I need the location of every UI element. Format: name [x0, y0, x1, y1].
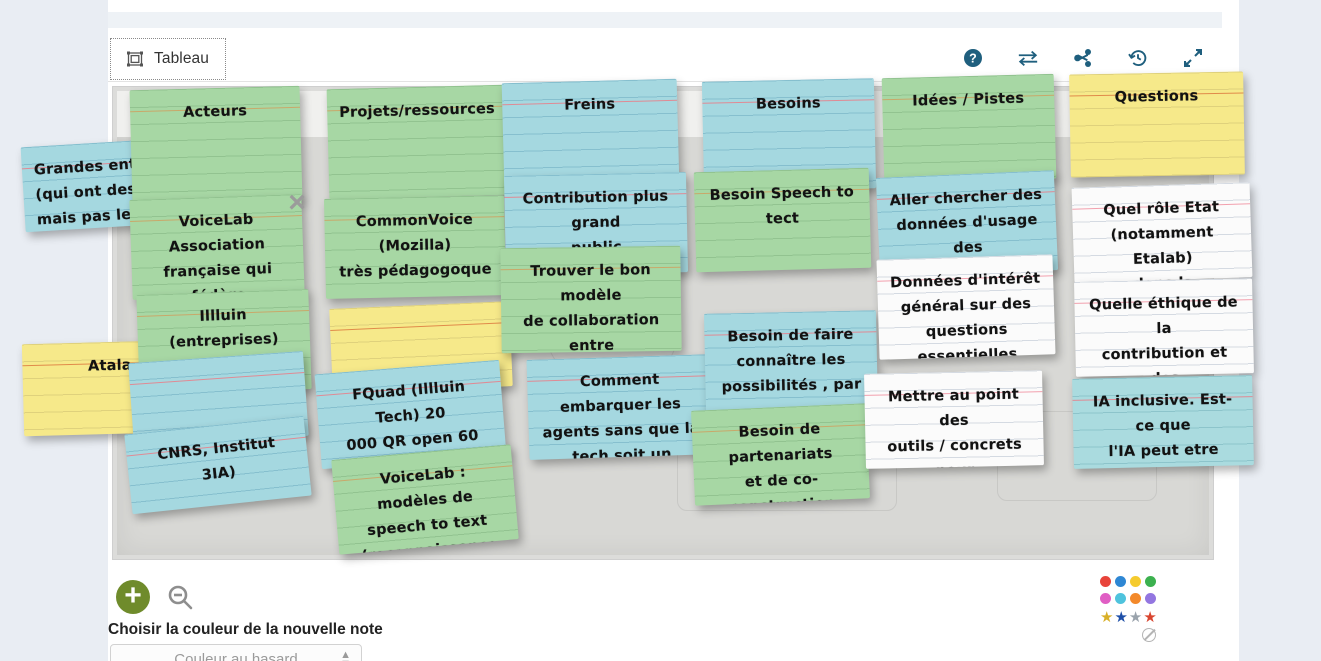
sticky-note[interactable]: Idées / Pistes	[881, 73, 1057, 184]
sticky-note[interactable]: VoiceLab Association française qui fédèr…	[129, 194, 305, 300]
history-icon[interactable]	[1127, 47, 1149, 69]
sticky-note[interactable]: Données d'intérêt général sur des questi…	[876, 254, 1056, 360]
board-canvas[interactable]: Grandes entre (qui ont des d mais pas le…	[20, 71, 1254, 560]
sticky-note[interactable]: IA inclusive. Est-ce que l'IA peut etre …	[1072, 375, 1254, 469]
page-gutter-left	[0, 0, 108, 661]
sticky-note[interactable]: Besoin Speech to tect	[693, 167, 872, 273]
palette-color-dot[interactable]	[1130, 576, 1141, 587]
note-text: Besoins	[755, 95, 821, 113]
add-note-label: +	[124, 579, 142, 612]
help-icon[interactable]: ?	[962, 47, 984, 69]
palette-color-dot[interactable]	[1100, 593, 1111, 604]
sticky-note[interactable]: Trouver le bon modèle de collaboration e…	[500, 245, 682, 354]
sticky-note[interactable]: Quel rôle Etat (notamment Etalab) dans l…	[1071, 182, 1253, 283]
note-text: IA inclusive. Est-ce que l'IA peut etre …	[1092, 391, 1233, 469]
sticky-note[interactable]: Mettre au point des outils / concrets po…	[864, 370, 1044, 469]
note-text: Besoin Speech to tect	[709, 184, 855, 228]
zoom-out-button[interactable]	[165, 583, 195, 613]
note-text: Projets/ressources	[339, 100, 496, 122]
palette-color-dot[interactable]	[1100, 576, 1111, 587]
svg-text:?: ?	[969, 52, 977, 66]
board-bottom-controls: + Choisir la couleur de la nouvelle note…	[108, 566, 1222, 661]
note-text: Acteurs	[182, 103, 248, 121]
color-palette: ★ ★ ★ ★	[1100, 576, 1157, 642]
palette-color-dot[interactable]	[1130, 593, 1141, 604]
transfer-icon[interactable]	[1017, 47, 1039, 69]
note-text: Quelle éthique de la contribution et des…	[1089, 294, 1238, 376]
board-page: Tableau ? Grandes (qui ont des mais pas …	[0, 0, 1321, 661]
palette-star[interactable]: ★	[1129, 610, 1142, 625]
note-text: VoiceLab Association française qui fédèr…	[163, 211, 273, 300]
palette-row-1	[1100, 576, 1156, 587]
note-text: Questions	[1114, 88, 1199, 106]
note-text: Freins	[564, 96, 616, 114]
sticky-note[interactable]: VoiceLab : modèles de speech to text (re…	[331, 444, 519, 555]
tableau-button[interactable]: Tableau	[110, 38, 226, 80]
no-color-icon[interactable]	[1142, 628, 1156, 642]
chevron-updown-icon: ▲▼	[340, 649, 351, 661]
palette-star-row: ★ ★ ★ ★	[1100, 610, 1157, 625]
color-select-value: Couleur au hasard	[174, 650, 298, 661]
palette-color-dot[interactable]	[1115, 576, 1126, 587]
palette-star[interactable]: ★	[1114, 610, 1127, 625]
board-toolbar: Tableau ?	[108, 38, 1222, 83]
sticky-note[interactable]: Quelle éthique de la contribution et des…	[1074, 278, 1254, 377]
choose-color-label: Choisir la couleur de la nouvelle note	[108, 621, 383, 638]
palette-star[interactable]: ★	[1143, 610, 1156, 625]
sticky-note[interactable]: Questions	[1069, 71, 1245, 178]
note-text: Besoin de partenariats et de co-construc…	[728, 421, 835, 506]
share-icon[interactable]	[1072, 47, 1094, 69]
toolbar-actions: ?	[962, 47, 1204, 69]
palette-color-dot[interactable]	[1145, 576, 1156, 587]
note-text: Idées / Pistes	[912, 90, 1025, 110]
fullscreen-icon[interactable]	[1182, 47, 1204, 69]
palette-row-2	[1100, 593, 1156, 604]
tableau-button-label: Tableau	[154, 50, 209, 67]
sticky-note[interactable]: Projets/ressources	[326, 84, 508, 200]
palette-color-dot[interactable]	[1145, 593, 1156, 604]
palette-star[interactable]: ★	[1100, 610, 1113, 625]
add-note-button[interactable]: +	[116, 580, 150, 614]
palette-none-row	[1100, 628, 1156, 642]
note-text: Trouver le bon modèle de collaboration e…	[523, 262, 660, 354]
note-text: Comment embarquer les agents sans que la…	[542, 371, 700, 460]
sticky-note[interactable]: Besoin de faire connaître les possibilit…	[703, 310, 879, 414]
note-text: Illluin (entreprises)	[168, 307, 279, 351]
palette-color-dot[interactable]	[1115, 593, 1126, 604]
color-select[interactable]: Couleur au hasard ▲▼	[110, 644, 362, 661]
sticky-note[interactable]: Comment embarquer les agents sans que la…	[526, 354, 715, 460]
sticky-note[interactable]: Besoin de partenariats et de co-construc…	[691, 403, 870, 506]
note-text: Besoin de faire connaître les possibilit…	[721, 326, 862, 396]
note-text: Données d'intérêt général sur des questi…	[889, 270, 1041, 360]
note-text: CommonVoice (Mozilla) très pédagogoque	[339, 211, 492, 281]
close-icon[interactable]: ×	[284, 188, 310, 218]
sticky-note[interactable]: Acteurs	[129, 85, 303, 206]
board-icon	[125, 49, 145, 69]
top-banner-bar	[108, 12, 1222, 28]
note-text: Mettre au point des outils / concrets po…	[887, 386, 1023, 469]
sticky-note[interactable]: CommonVoice (Mozilla) très pédagogoque	[323, 195, 507, 299]
note-text: VoiceLab : modèles de speech to text (re…	[360, 464, 499, 555]
note-text: Quel rôle Etat (notamment Etalab) dans l…	[1103, 199, 1220, 283]
